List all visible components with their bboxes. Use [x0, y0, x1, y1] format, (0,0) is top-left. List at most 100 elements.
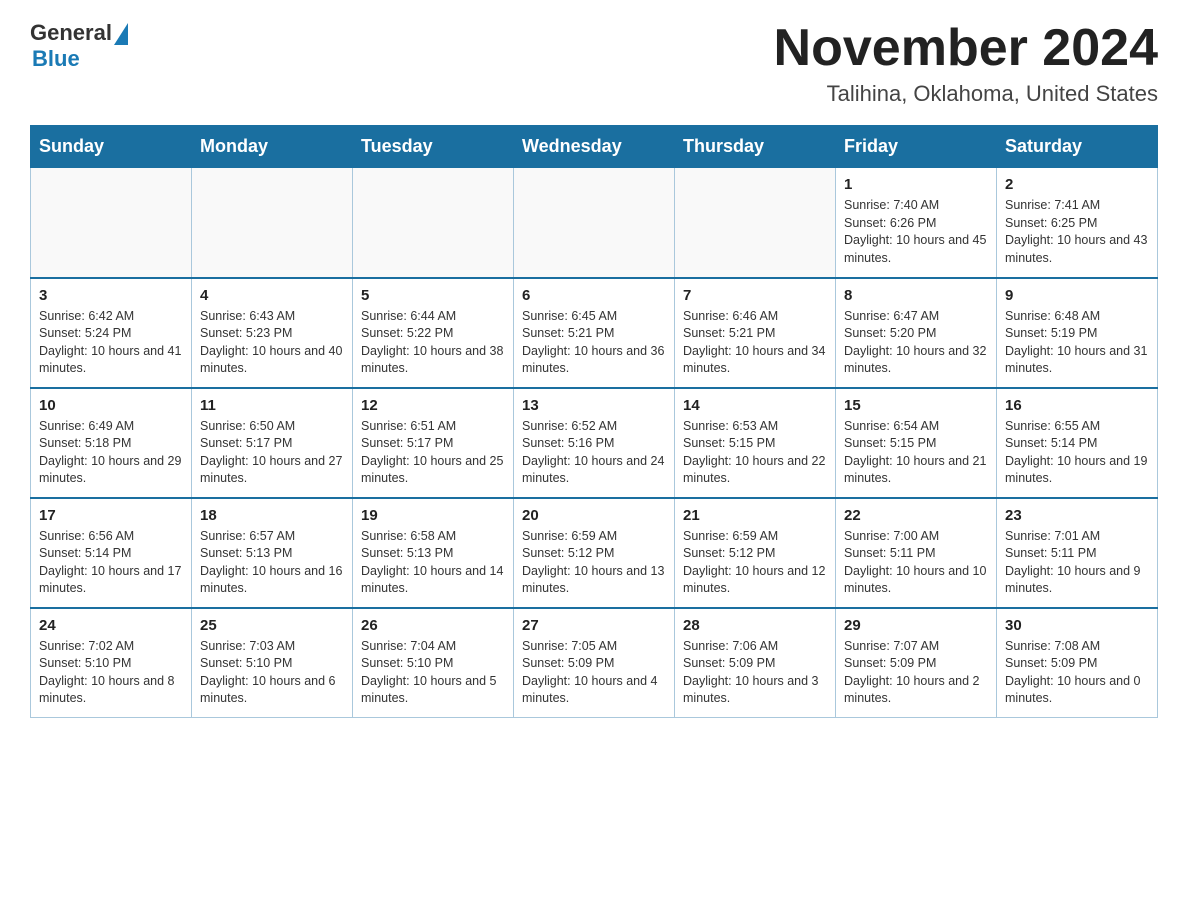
day-number: 15 [844, 395, 988, 416]
day-info: Sunrise: 6:49 AMSunset: 5:18 PMDaylight:… [39, 418, 183, 488]
logo: General Blue [30, 20, 128, 72]
calendar-cell [675, 168, 836, 278]
day-info: Sunrise: 7:00 AMSunset: 5:11 PMDaylight:… [844, 528, 988, 598]
calendar-cell [514, 168, 675, 278]
day-info: Sunrise: 6:56 AMSunset: 5:14 PMDaylight:… [39, 528, 183, 598]
calendar-cell: 29Sunrise: 7:07 AMSunset: 5:09 PMDayligh… [836, 608, 997, 718]
calendar-cell: 23Sunrise: 7:01 AMSunset: 5:11 PMDayligh… [997, 498, 1158, 608]
day-number: 19 [361, 505, 505, 526]
day-info: Sunrise: 6:55 AMSunset: 5:14 PMDaylight:… [1005, 418, 1149, 488]
calendar-cell: 17Sunrise: 6:56 AMSunset: 5:14 PMDayligh… [31, 498, 192, 608]
calendar-cell: 12Sunrise: 6:51 AMSunset: 5:17 PMDayligh… [353, 388, 514, 498]
calendar-cell: 8Sunrise: 6:47 AMSunset: 5:20 PMDaylight… [836, 278, 997, 388]
calendar-cell: 9Sunrise: 6:48 AMSunset: 5:19 PMDaylight… [997, 278, 1158, 388]
day-number: 2 [1005, 174, 1149, 195]
calendar-cell: 3Sunrise: 6:42 AMSunset: 5:24 PMDaylight… [31, 278, 192, 388]
day-info: Sunrise: 7:08 AMSunset: 5:09 PMDaylight:… [1005, 638, 1149, 708]
day-number: 13 [522, 395, 666, 416]
calendar-cell: 20Sunrise: 6:59 AMSunset: 5:12 PMDayligh… [514, 498, 675, 608]
calendar-cell [31, 168, 192, 278]
day-info: Sunrise: 7:07 AMSunset: 5:09 PMDaylight:… [844, 638, 988, 708]
day-info: Sunrise: 7:05 AMSunset: 5:09 PMDaylight:… [522, 638, 666, 708]
calendar-cell: 16Sunrise: 6:55 AMSunset: 5:14 PMDayligh… [997, 388, 1158, 498]
day-number: 16 [1005, 395, 1149, 416]
calendar-cell: 2Sunrise: 7:41 AMSunset: 6:25 PMDaylight… [997, 168, 1158, 278]
calendar-table: SundayMondayTuesdayWednesdayThursdayFrid… [30, 125, 1158, 718]
logo-blue-text: Blue [32, 46, 80, 72]
day-info: Sunrise: 7:40 AMSunset: 6:26 PMDaylight:… [844, 197, 988, 267]
logo-general-text: General [30, 20, 112, 46]
day-info: Sunrise: 7:04 AMSunset: 5:10 PMDaylight:… [361, 638, 505, 708]
calendar-cell: 27Sunrise: 7:05 AMSunset: 5:09 PMDayligh… [514, 608, 675, 718]
calendar-cell: 19Sunrise: 6:58 AMSunset: 5:13 PMDayligh… [353, 498, 514, 608]
day-info: Sunrise: 6:45 AMSunset: 5:21 PMDaylight:… [522, 308, 666, 378]
calendar-cell: 7Sunrise: 6:46 AMSunset: 5:21 PMDaylight… [675, 278, 836, 388]
weekday-header-row: SundayMondayTuesdayWednesdayThursdayFrid… [31, 126, 1158, 168]
calendar-cell: 10Sunrise: 6:49 AMSunset: 5:18 PMDayligh… [31, 388, 192, 498]
day-number: 17 [39, 505, 183, 526]
day-number: 14 [683, 395, 827, 416]
day-number: 9 [1005, 285, 1149, 306]
weekday-header-thursday: Thursday [675, 126, 836, 168]
calendar-cell: 1Sunrise: 7:40 AMSunset: 6:26 PMDaylight… [836, 168, 997, 278]
calendar-cell: 6Sunrise: 6:45 AMSunset: 5:21 PMDaylight… [514, 278, 675, 388]
calendar-cell: 28Sunrise: 7:06 AMSunset: 5:09 PMDayligh… [675, 608, 836, 718]
day-number: 10 [39, 395, 183, 416]
calendar-cell: 14Sunrise: 6:53 AMSunset: 5:15 PMDayligh… [675, 388, 836, 498]
calendar-cell: 4Sunrise: 6:43 AMSunset: 5:23 PMDaylight… [192, 278, 353, 388]
day-number: 4 [200, 285, 344, 306]
logo-triangle-icon [114, 23, 128, 45]
calendar-cell: 18Sunrise: 6:57 AMSunset: 5:13 PMDayligh… [192, 498, 353, 608]
calendar-cell: 30Sunrise: 7:08 AMSunset: 5:09 PMDayligh… [997, 608, 1158, 718]
day-info: Sunrise: 6:53 AMSunset: 5:15 PMDaylight:… [683, 418, 827, 488]
month-year-title: November 2024 [774, 20, 1158, 77]
weekday-header-wednesday: Wednesday [514, 126, 675, 168]
calendar-cell [353, 168, 514, 278]
day-info: Sunrise: 6:59 AMSunset: 5:12 PMDaylight:… [683, 528, 827, 598]
weekday-header-tuesday: Tuesday [353, 126, 514, 168]
day-info: Sunrise: 7:02 AMSunset: 5:10 PMDaylight:… [39, 638, 183, 708]
calendar-week-row: 17Sunrise: 6:56 AMSunset: 5:14 PMDayligh… [31, 498, 1158, 608]
day-info: Sunrise: 6:51 AMSunset: 5:17 PMDaylight:… [361, 418, 505, 488]
day-number: 8 [844, 285, 988, 306]
day-info: Sunrise: 6:57 AMSunset: 5:13 PMDaylight:… [200, 528, 344, 598]
calendar-week-row: 1Sunrise: 7:40 AMSunset: 6:26 PMDaylight… [31, 168, 1158, 278]
day-info: Sunrise: 6:50 AMSunset: 5:17 PMDaylight:… [200, 418, 344, 488]
calendar-week-row: 10Sunrise: 6:49 AMSunset: 5:18 PMDayligh… [31, 388, 1158, 498]
calendar-cell: 26Sunrise: 7:04 AMSunset: 5:10 PMDayligh… [353, 608, 514, 718]
day-info: Sunrise: 6:48 AMSunset: 5:19 PMDaylight:… [1005, 308, 1149, 378]
day-number: 27 [522, 615, 666, 636]
page-header: General Blue November 2024 Talihina, Okl… [30, 20, 1158, 107]
calendar-cell: 11Sunrise: 6:50 AMSunset: 5:17 PMDayligh… [192, 388, 353, 498]
calendar-cell [192, 168, 353, 278]
calendar-cell: 25Sunrise: 7:03 AMSunset: 5:10 PMDayligh… [192, 608, 353, 718]
day-number: 26 [361, 615, 505, 636]
day-info: Sunrise: 6:42 AMSunset: 5:24 PMDaylight:… [39, 308, 183, 378]
calendar-week-row: 24Sunrise: 7:02 AMSunset: 5:10 PMDayligh… [31, 608, 1158, 718]
day-number: 5 [361, 285, 505, 306]
day-number: 3 [39, 285, 183, 306]
day-number: 18 [200, 505, 344, 526]
calendar-week-row: 3Sunrise: 6:42 AMSunset: 5:24 PMDaylight… [31, 278, 1158, 388]
day-info: Sunrise: 6:52 AMSunset: 5:16 PMDaylight:… [522, 418, 666, 488]
day-info: Sunrise: 7:41 AMSunset: 6:25 PMDaylight:… [1005, 197, 1149, 267]
day-number: 25 [200, 615, 344, 636]
weekday-header-friday: Friday [836, 126, 997, 168]
calendar-cell: 15Sunrise: 6:54 AMSunset: 5:15 PMDayligh… [836, 388, 997, 498]
day-number: 11 [200, 395, 344, 416]
day-number: 6 [522, 285, 666, 306]
day-info: Sunrise: 7:06 AMSunset: 5:09 PMDaylight:… [683, 638, 827, 708]
day-info: Sunrise: 6:54 AMSunset: 5:15 PMDaylight:… [844, 418, 988, 488]
day-number: 22 [844, 505, 988, 526]
day-info: Sunrise: 7:01 AMSunset: 5:11 PMDaylight:… [1005, 528, 1149, 598]
day-number: 20 [522, 505, 666, 526]
day-number: 30 [1005, 615, 1149, 636]
day-number: 28 [683, 615, 827, 636]
day-number: 23 [1005, 505, 1149, 526]
day-number: 12 [361, 395, 505, 416]
calendar-cell: 22Sunrise: 7:00 AMSunset: 5:11 PMDayligh… [836, 498, 997, 608]
day-number: 24 [39, 615, 183, 636]
weekday-header-sunday: Sunday [31, 126, 192, 168]
day-info: Sunrise: 7:03 AMSunset: 5:10 PMDaylight:… [200, 638, 344, 708]
weekday-header-monday: Monday [192, 126, 353, 168]
